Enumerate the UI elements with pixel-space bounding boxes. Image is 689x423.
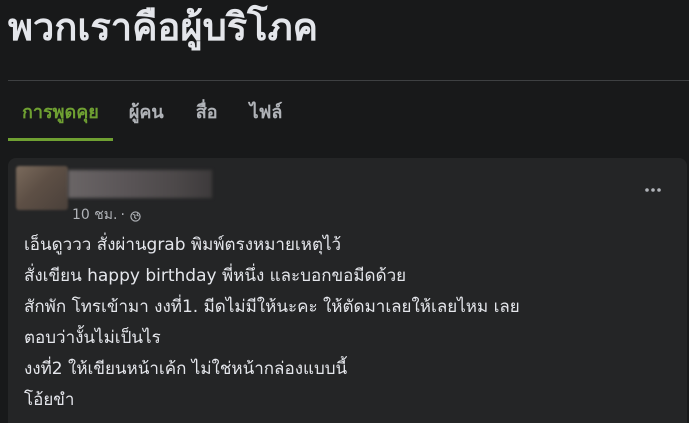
author-avatar[interactable] xyxy=(16,166,68,210)
tab-files[interactable]: ไฟล์ xyxy=(234,81,299,141)
group-page: พวกเราคือผู้บริโภค การพูดคุย ผู้คน สื่อ … xyxy=(0,0,689,423)
post-card: 10 ชม. · เอ็นดูววว สั่งผ่านgrab พิมพ์ตรง… xyxy=(8,158,687,423)
post-timestamp[interactable]: 10 ชม. xyxy=(72,204,117,226)
group-tabs: การพูดคุย ผู้คน สื่อ ไฟล์ xyxy=(8,81,298,141)
post-line: สักพัก โทรเข้ามา งงที่1. มีดไม่มีให้นะคะ… xyxy=(24,297,520,317)
more-horizontal-icon[interactable] xyxy=(641,182,665,198)
tab-media[interactable]: สื่อ xyxy=(180,81,234,141)
post-line: ตอบว่างั้นไม่เป็นไร xyxy=(24,328,161,348)
post-line: เอ็นดูววว สั่งผ่านgrab พิมพ์ตรงหมายเหตุไ… xyxy=(24,235,342,255)
meta-separator: · xyxy=(120,207,125,223)
globe-icon xyxy=(130,210,141,222)
tab-discussion[interactable]: การพูดคุย xyxy=(8,81,113,141)
post-line: โอ้ยขำ xyxy=(24,390,75,410)
author-name-redacted[interactable] xyxy=(68,170,212,198)
post-line: งงที่2 ให้เขียนหน้าเค้ก ไม่ใช่หน้ากล่องแ… xyxy=(24,359,348,379)
group-title: พวกเราคือผู้บริโภค xyxy=(8,5,319,49)
post-line: สั่งเขียน happy birthday พี่หนึ่ง และบอก… xyxy=(24,266,407,286)
post-meta: 10 ชม. · xyxy=(72,204,141,226)
post-text: เอ็นดูววว สั่งผ่านgrab พิมพ์ตรงหมายเหตุไ… xyxy=(24,230,674,416)
tab-people[interactable]: ผู้คน xyxy=(113,81,180,141)
